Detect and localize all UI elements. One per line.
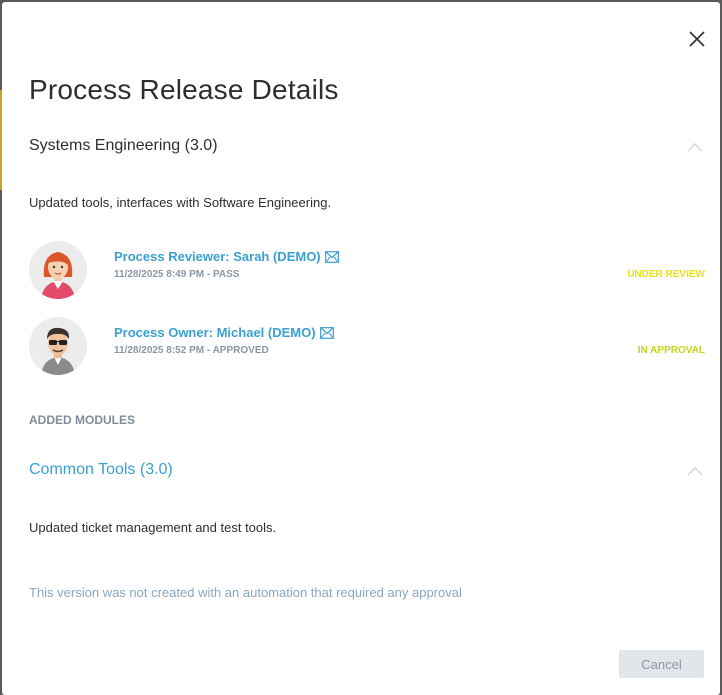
section-description: Updated ticket management and test tools…: [29, 520, 277, 535]
approval-note: This version was not created with an aut…: [29, 585, 462, 600]
close-icon[interactable]: [686, 28, 708, 50]
process-release-dialog: Process Release Details Systems Engineer…: [2, 2, 720, 695]
section-header-common-tools[interactable]: Common Tools (3.0): [29, 461, 705, 485]
male-avatar-icon: [29, 317, 87, 375]
cancel-button[interactable]: Cancel: [619, 650, 704, 678]
added-modules-label: ADDED MODULES: [29, 413, 136, 427]
approval-meta: 11/28/2025 8:52 PM - APPROVED: [114, 345, 269, 356]
section-title[interactable]: Common Tools (3.0): [29, 461, 173, 478]
avatar: [29, 241, 87, 299]
approver-name[interactable]: Process Owner: Michael (DEMO): [114, 325, 316, 340]
section-title: Systems Engineering (3.0): [29, 137, 218, 154]
chevron-up-icon[interactable]: [687, 141, 703, 153]
approver-name[interactable]: Process Reviewer: Sarah (DEMO): [114, 249, 321, 264]
approval-meta: 11/28/2025 8:49 PM - PASS: [114, 269, 240, 280]
section-description: Updated tools, interfaces with Software …: [29, 195, 332, 210]
approval-row: Process Owner: Michael (DEMO) 11/28/2025…: [29, 317, 705, 377]
mail-icon[interactable]: [324, 250, 339, 263]
mail-icon[interactable]: [319, 326, 334, 339]
avatar: [29, 317, 87, 375]
approver-name-link[interactable]: Process Reviewer: Sarah (DEMO): [114, 249, 339, 264]
chevron-up-icon[interactable]: [687, 465, 703, 477]
approval-row: Process Reviewer: Sarah (DEMO) 11/28/202…: [29, 241, 705, 301]
approver-name-link[interactable]: Process Owner: Michael (DEMO): [114, 325, 334, 340]
female-avatar-icon: [29, 241, 87, 299]
status-badge: IN APPROVAL: [637, 345, 705, 356]
dialog-title: Process Release Details: [29, 74, 339, 105]
status-badge: UNDER REVIEW: [627, 269, 705, 280]
section-header-systems-engineering[interactable]: Systems Engineering (3.0): [29, 137, 705, 161]
